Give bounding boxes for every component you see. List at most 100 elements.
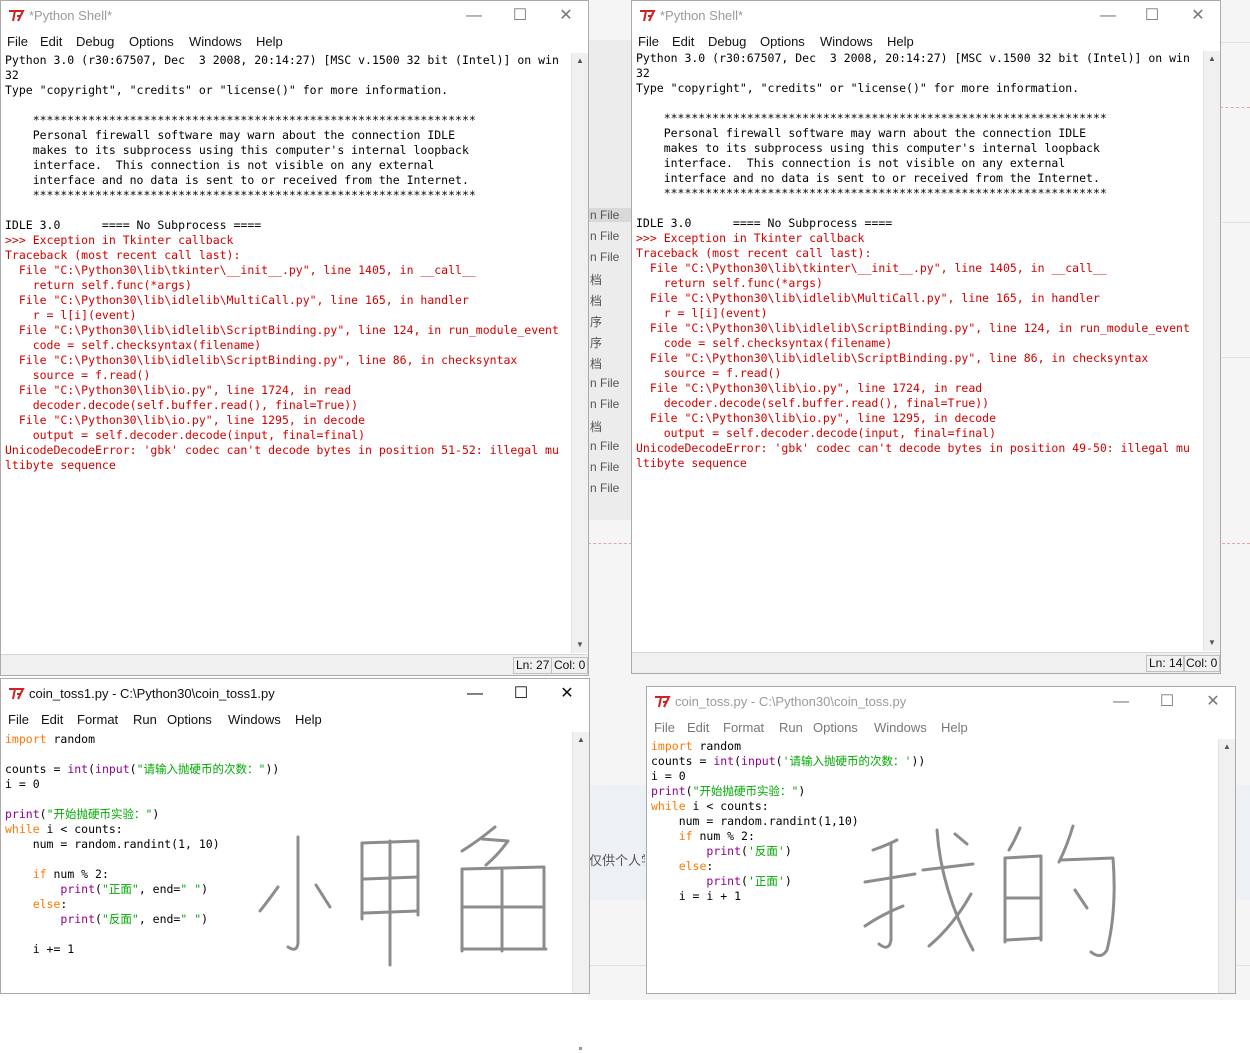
maximize-button[interactable]: ☐ — [498, 679, 544, 709]
bg-divider — [588, 543, 632, 544]
code-token: )) — [265, 762, 280, 776]
close-button[interactable]: ✕ — [543, 1, 588, 31]
title-bar[interactable]: *Python Shell* — ☐ ✕ — [632, 1, 1220, 31]
menu-options[interactable]: Options — [813, 720, 858, 735]
bg-file-item[interactable]: n File — [588, 397, 634, 411]
shell-line: source = f.read() — [636, 366, 782, 380]
menu-run[interactable]: Run — [133, 712, 157, 727]
bg-file-item[interactable]: 序 — [588, 313, 634, 330]
bg-file-item[interactable]: n File — [588, 229, 634, 243]
shell-line: 32 — [5, 68, 19, 82]
minimize-button[interactable]: — — [451, 1, 497, 31]
bg-file-item[interactable]: n File — [588, 208, 634, 222]
menu-debug[interactable]: Debug — [76, 34, 114, 49]
bg-file-item[interactable]: 序 — [588, 334, 634, 351]
bg-file-item[interactable]: n File — [588, 376, 634, 390]
bg-file-item[interactable]: 档 — [588, 271, 634, 288]
close-button[interactable]: ✕ — [1175, 1, 1220, 31]
vertical-scrollbar[interactable]: ▲ — [1218, 739, 1235, 993]
vertical-scrollbar[interactable]: ▲ ▼ — [571, 53, 588, 653]
code-token: ) — [201, 882, 209, 896]
shell-line — [1, 203, 572, 218]
shell-line: IDLE 3.0 ==== No Subprocess ==== — [5, 218, 262, 232]
close-button[interactable]: ✕ — [1190, 687, 1235, 717]
window-title: *Python Shell* — [660, 8, 744, 23]
maximize-button[interactable]: ☐ — [497, 1, 543, 31]
vertical-scrollbar[interactable]: ▲ — [572, 732, 589, 993]
scroll-down-arrow-icon[interactable]: ▼ — [572, 637, 588, 653]
menu-format[interactable]: Format — [723, 720, 764, 735]
shell-line: ltibyte sequence — [636, 456, 747, 470]
maximize-button[interactable]: ☐ — [1129, 1, 1175, 31]
scroll-down-arrow-icon[interactable]: ▼ — [1204, 635, 1220, 651]
title-bar[interactable]: coin_toss1.py - C:\Python30\coin_toss1.p… — [1, 679, 589, 709]
menu-options[interactable]: Options — [167, 712, 212, 727]
minimize-button[interactable]: — — [1085, 1, 1131, 31]
shell-output[interactable]: Python 3.0 (r30:67507, Dec 3 2008, 20:14… — [632, 51, 1204, 673]
shell-line: source = f.read() — [5, 368, 151, 382]
code-token: ( — [95, 912, 102, 926]
code-line: print("开始抛硬币实验：") — [647, 784, 1219, 799]
menu-file[interactable]: File — [638, 34, 659, 49]
scroll-up-arrow-icon[interactable]: ▲ — [572, 53, 588, 69]
menu-help[interactable]: Help — [295, 712, 322, 727]
bg-file-item[interactable]: n File — [588, 481, 634, 495]
menu-options[interactable]: Options — [129, 34, 174, 49]
code-token: ( — [741, 844, 748, 858]
bg-file-item[interactable]: n File — [588, 250, 634, 264]
status-column: Col: 0 — [1183, 655, 1220, 672]
title-bar[interactable]: *Python Shell* — ☐ ✕ — [1, 1, 588, 31]
shell-line: decoder.decode(self.buffer.read(), final… — [5, 398, 359, 412]
menu-edit[interactable]: Edit — [41, 712, 63, 727]
menu-options[interactable]: Options — [760, 34, 805, 49]
menu-edit[interactable]: Edit — [40, 34, 62, 49]
scroll-up-arrow-icon[interactable]: ▲ — [1219, 739, 1235, 755]
minimize-button[interactable]: — — [1098, 687, 1144, 717]
shell-line: makes to its subprocess using this compu… — [636, 141, 1100, 155]
menu-windows[interactable]: Windows — [189, 34, 242, 49]
menu-bar: File Edit Format Run Options Windows Hel… — [647, 717, 1235, 739]
python-shell-window-left: *Python Shell* — ☐ ✕ File Edit Debug Opt… — [0, 0, 589, 676]
menu-edit[interactable]: Edit — [687, 720, 709, 735]
scroll-up-arrow-icon[interactable]: ▲ — [1204, 51, 1220, 67]
bg-file-item[interactable]: n File — [588, 439, 634, 453]
menu-bar: File Edit Debug Options Windows Help — [1, 31, 588, 53]
scroll-up-arrow-icon[interactable]: ▲ — [573, 732, 589, 748]
shell-output[interactable]: Python 3.0 (r30:67507, Dec 3 2008, 20:14… — [1, 53, 572, 675]
menu-windows[interactable]: Windows — [820, 34, 873, 49]
shell-line: File "C:\Python30\lib\tkinter\__init__.p… — [5, 263, 476, 277]
bg-file-item[interactable]: 档 — [588, 355, 634, 372]
code-token: print — [60, 912, 96, 926]
menu-help[interactable]: Help — [256, 34, 283, 49]
shell-line: File "C:\Python30\lib\io.py", line 1724,… — [5, 383, 352, 397]
menu-file[interactable]: File — [654, 720, 675, 735]
menu-windows[interactable]: Windows — [228, 712, 281, 727]
menu-edit[interactable]: Edit — [672, 34, 694, 49]
code-token: print — [5, 807, 40, 821]
code-token: import — [5, 732, 47, 746]
code-token: ( — [95, 882, 102, 896]
menu-help[interactable]: Help — [941, 720, 968, 735]
menu-windows[interactable]: Windows — [874, 720, 927, 735]
status-line: Ln: 27 — [513, 657, 553, 674]
shell-line: r = l[i](event) — [5, 308, 137, 322]
menu-run[interactable]: Run — [779, 720, 803, 735]
menu-debug[interactable]: Debug — [708, 34, 746, 49]
maximize-button[interactable]: ☐ — [1144, 687, 1190, 717]
bg-file-item[interactable]: 档 — [588, 292, 634, 309]
code-token: ( — [741, 874, 748, 888]
menu-help[interactable]: Help — [887, 34, 914, 49]
code-token: ( — [734, 754, 742, 768]
menu-format[interactable]: Format — [77, 712, 118, 727]
menu-file[interactable]: File — [7, 34, 28, 49]
bg-file-item[interactable]: 档 — [588, 418, 634, 435]
bg-file-item[interactable]: n File — [588, 460, 634, 474]
title-bar[interactable]: coin_toss.py - C:\Python30\coin_toss.py … — [647, 687, 1235, 717]
menu-file[interactable]: File — [8, 712, 29, 727]
vertical-scrollbar[interactable]: ▲ ▼ — [1203, 51, 1220, 651]
idle-feather-icon — [655, 696, 671, 708]
minimize-button[interactable]: — — [452, 679, 498, 709]
shell-line: >>> Exception in Tkinter callback — [636, 231, 865, 245]
shell-line: interface and no data is sent to or rece… — [5, 173, 469, 187]
close-button[interactable]: ✕ — [544, 679, 589, 709]
